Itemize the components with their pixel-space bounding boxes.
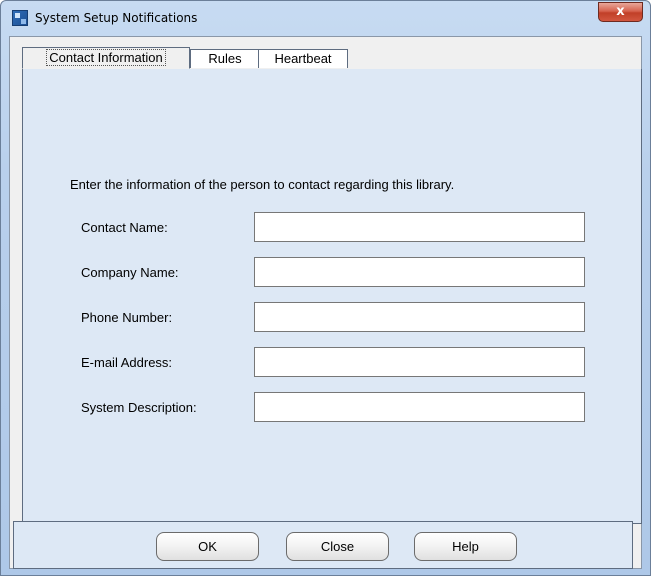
dialog-window: System Setup Notifications x Contact Inf… xyxy=(0,0,651,576)
email-address-field[interactable] xyxy=(254,347,585,377)
ok-button[interactable]: OK xyxy=(156,532,259,561)
system-description-field[interactable] xyxy=(254,392,585,422)
tab-contact-information[interactable]: Contact Information xyxy=(22,47,190,69)
tab-strip: Contact Information Rules Heartbeat xyxy=(22,47,642,70)
phone-number-label: Phone Number: xyxy=(81,310,173,325)
contact-name-label: Contact Name: xyxy=(81,220,168,235)
system-description-label: System Description: xyxy=(81,400,197,415)
email-address-label: E-mail Address: xyxy=(81,355,173,370)
company-name-field[interactable] xyxy=(254,257,585,287)
window-title: System Setup Notifications xyxy=(35,11,198,25)
contact-name-field[interactable] xyxy=(254,212,585,242)
help-button[interactable]: Help xyxy=(414,532,517,561)
instructions-text: Enter the information of the person to c… xyxy=(70,177,455,192)
tab-label: Heartbeat xyxy=(274,51,332,66)
tab-rules[interactable]: Rules xyxy=(190,49,260,68)
app-icon xyxy=(12,10,28,26)
tab-label: Rules xyxy=(208,51,242,66)
tab-label: Contact Information xyxy=(46,49,166,66)
phone-number-field[interactable] xyxy=(254,302,585,332)
tab-heartbeat[interactable]: Heartbeat xyxy=(258,49,348,68)
company-name-label: Company Name: xyxy=(81,265,179,280)
button-bar: OK Close Help xyxy=(13,521,633,569)
close-icon: x xyxy=(616,4,625,19)
close-button[interactable]: Close xyxy=(286,532,389,561)
contact-information-panel xyxy=(22,69,642,524)
title-bar[interactable]: System Setup Notifications x xyxy=(1,1,650,37)
close-window-button[interactable]: x xyxy=(598,2,643,22)
